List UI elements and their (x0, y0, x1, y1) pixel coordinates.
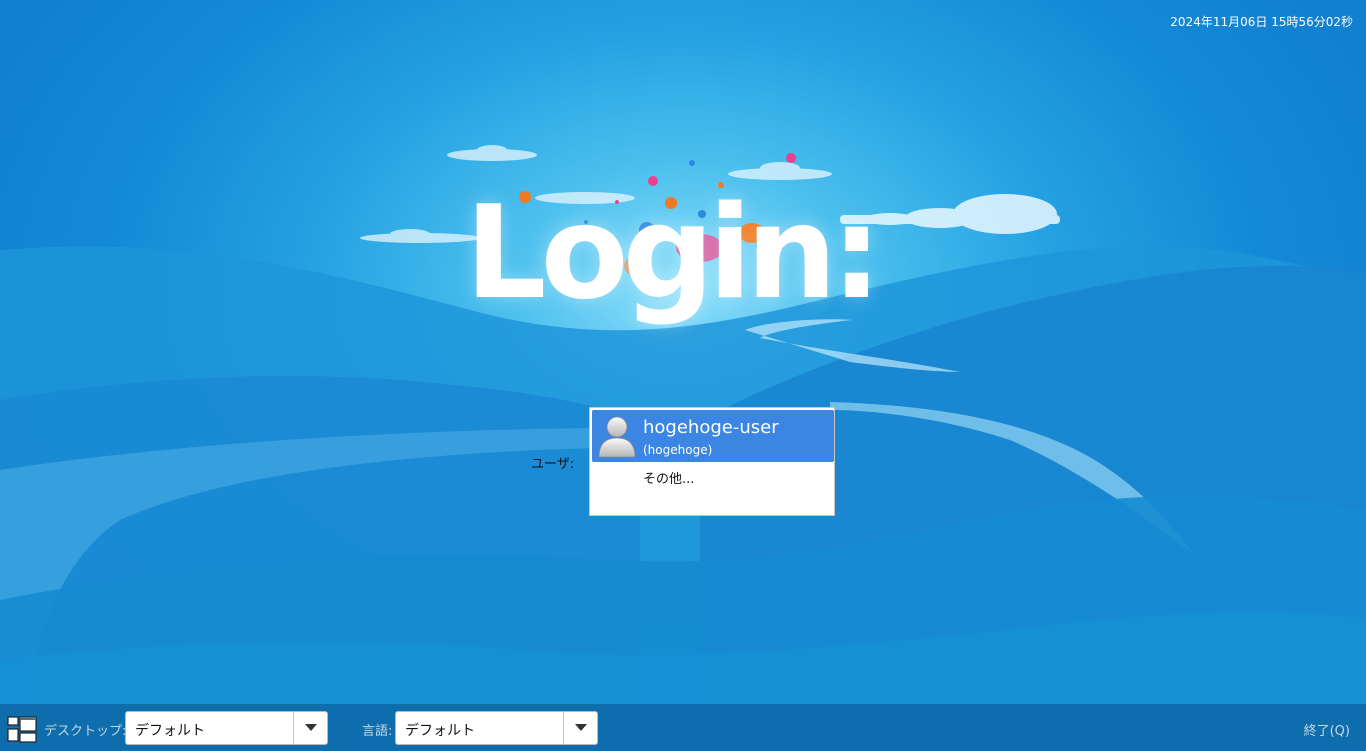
other-user-label: その他... (643, 472, 695, 487)
login-title: Login: (465, 179, 882, 328)
desktop-session-select[interactable]: デフォルト (125, 711, 328, 745)
chevron-down-icon (305, 724, 317, 731)
chevron-down-icon (575, 724, 587, 731)
user-login-name: (hogehoge) (643, 443, 713, 457)
user-list-item-selected[interactable]: hogehoge-user (hogehoge) (592, 410, 834, 462)
other-user-item[interactable]: その他... (592, 464, 834, 490)
language-select[interactable]: デフォルト (395, 711, 598, 745)
language-value: デフォルト (405, 723, 475, 739)
user-prompt-label: ユーザ: (531, 457, 575, 472)
quit-button[interactable]: 終了(Q) (1304, 720, 1350, 739)
user-display-name: hogehoge-user (643, 417, 779, 438)
desktop-session-value: デフォルト (135, 723, 205, 739)
background-artwork (0, 145, 1366, 751)
bottom-bar: デスクトップ: デフォルト 言語: デフォルト 終了(Q) (0, 704, 1366, 751)
desktop-session-icon (7, 716, 37, 743)
desktop-label: デスクトップ: (44, 724, 127, 739)
language-dropdown-button[interactable] (563, 712, 597, 744)
clock: 2024年11月06日 15時56分02秒 (1170, 15, 1353, 29)
user-avatar-icon (598, 416, 636, 458)
login-screen: 2024年11月06日 15時56分02秒 Login: ユーザ: hogeho… (0, 0, 1366, 751)
user-list: hogehoge-user (hogehoge) その他... (589, 407, 835, 516)
language-label: 言語: (362, 724, 393, 739)
desktop-dropdown-button[interactable] (293, 712, 327, 744)
